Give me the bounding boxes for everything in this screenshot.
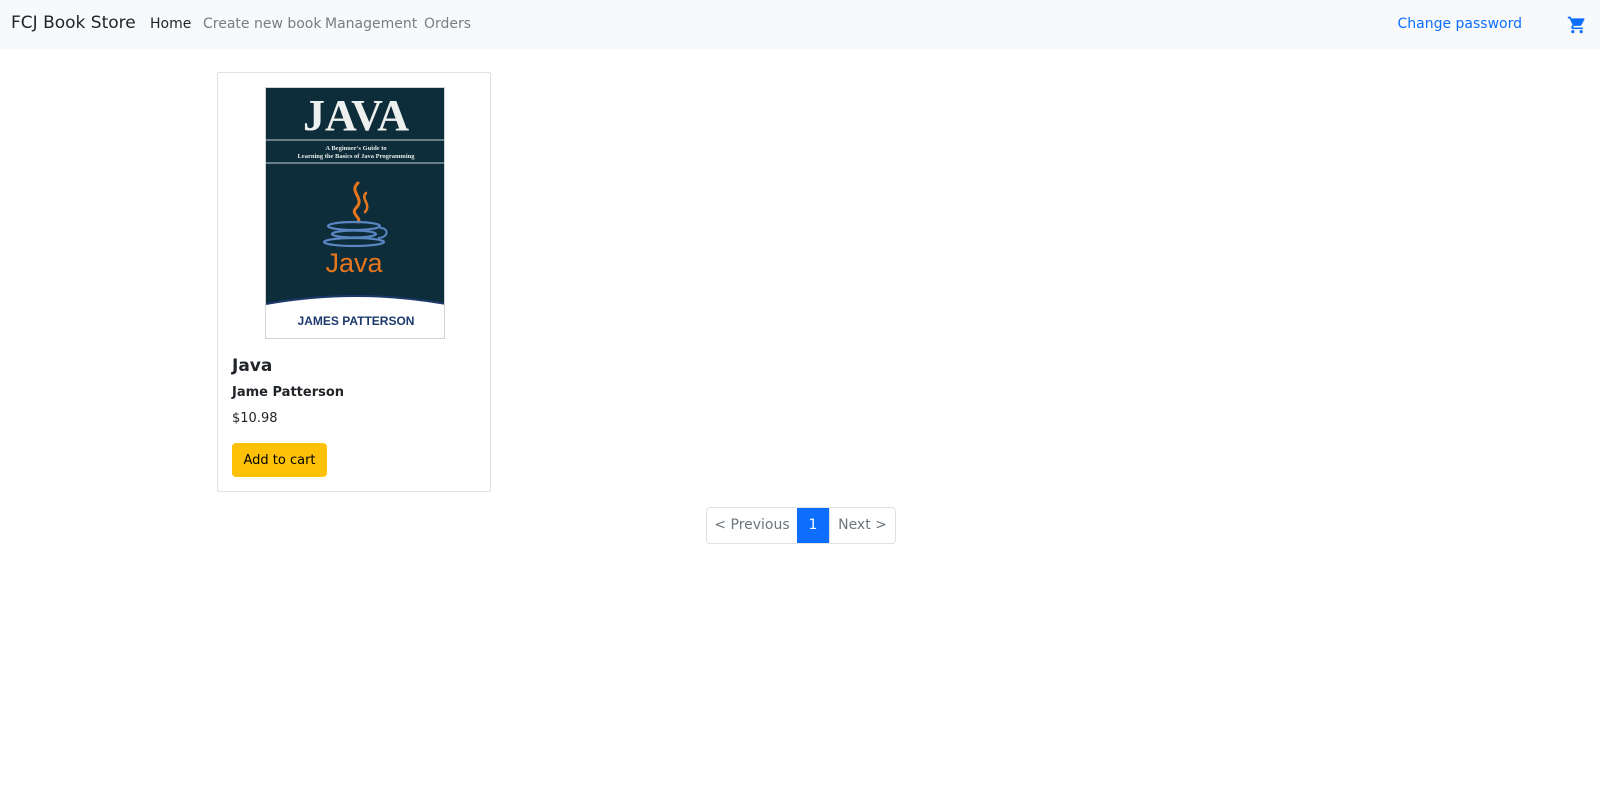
nav-link-orders[interactable]: Orders [424, 16, 471, 32]
cover-subtitle-2: Learning the Basics of Java Programming [297, 153, 415, 160]
book-title: Java [232, 356, 273, 376]
navbar: FCJ Book Store Home Create new book Mana… [0, 0, 1600, 49]
previous-page-button[interactable]: < Previous [707, 508, 797, 543]
add-to-cart-button[interactable]: Add to cart [232, 443, 327, 477]
cover-logo-text: Java [325, 248, 383, 278]
brand-link[interactable]: FCJ Book Store [11, 13, 136, 33]
cover-heading: JAVA [303, 91, 409, 140]
book-author: Jame Patterson [232, 385, 345, 400]
cover-author-line: JAMES PATTERSON [298, 314, 415, 328]
book-price: $10.98 [232, 411, 278, 426]
pagination: < Previous 1 Next > [706, 507, 896, 544]
nav-link-management[interactable]: Management [325, 16, 417, 32]
page-1-button[interactable]: 1 [797, 508, 829, 543]
nav-link-home[interactable]: Home [150, 16, 191, 32]
nav-link-create-new-book[interactable]: Create new book [203, 16, 321, 32]
change-password-link[interactable]: Change password [1397, 16, 1522, 32]
cover-subtitle-1: A Beginner's Guide to [325, 145, 386, 152]
book-cover-image: JAVA A Beginner's Guide to Learning the … [265, 87, 445, 339]
book-card: JAVA A Beginner's Guide to Learning the … [217, 72, 491, 492]
next-page-button[interactable]: Next > [829, 508, 895, 543]
shopping-cart-icon[interactable] [1567, 15, 1587, 35]
